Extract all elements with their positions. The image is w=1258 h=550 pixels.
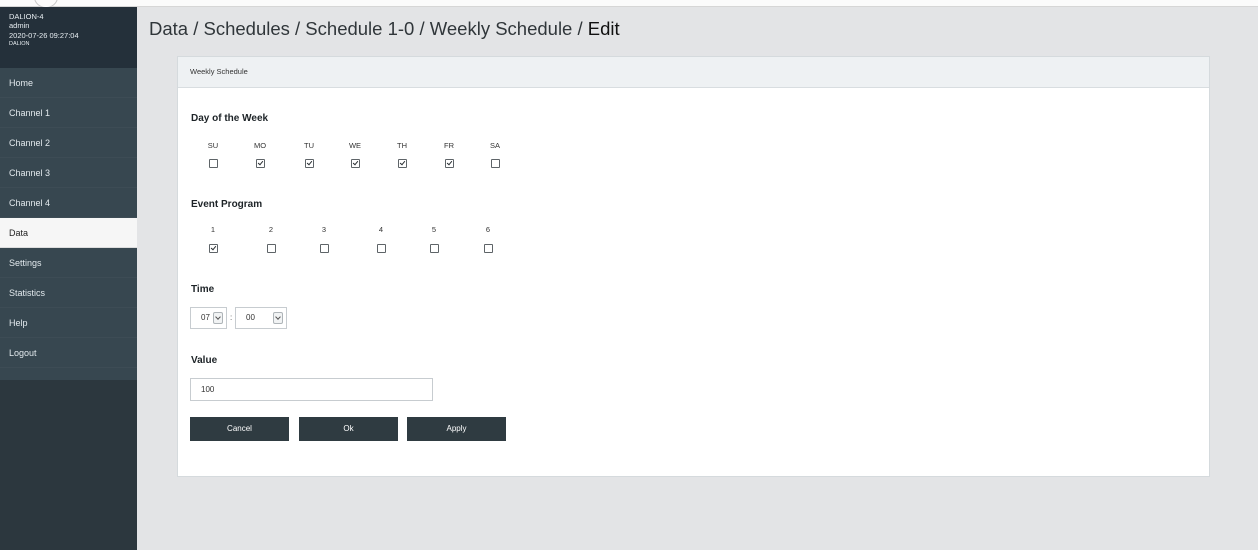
day-checkbox-tu[interactable] [305,159,314,168]
device-brand: DALION [9,41,30,48]
breadcrumb: Data / Schedules / Schedule 1-0 / Weekly… [149,18,620,40]
day-checkbox-su[interactable] [209,159,218,168]
day-checkbox-we[interactable] [351,159,360,168]
day-of-week-title: Day of the Week [191,113,269,124]
time-title: Time [191,284,215,295]
day-label-tu: TU [304,141,314,150]
program-checkbox-2[interactable] [267,244,276,253]
device-info: DALION-4 admin 2020-07-26 09:27:04 DALIO… [0,7,137,68]
cancel-button[interactable]: Cancel [190,417,289,441]
ok-button[interactable]: Ok [299,417,398,441]
device-user: admin [9,21,30,31]
day-label-fr: FR [444,141,454,150]
sidebar-item-settings[interactable]: Settings [0,248,137,278]
day-checkbox-sa[interactable] [491,159,500,168]
value-input[interactable] [190,378,433,401]
program-label-6: 6 [485,225,491,234]
event-program-title: Event Program [191,199,263,210]
time-separator: : [230,313,233,322]
panel-title: Weekly Schedule [178,57,1209,88]
program-checkbox-4[interactable] [377,244,386,253]
day-checkbox-fr[interactable] [445,159,454,168]
sidebar-item-statistics[interactable]: Statistics [0,278,137,308]
device-datetime: 2020-07-26 09:27:04 [9,30,79,40]
apply-button[interactable]: Apply [407,417,506,441]
program-label-1: 1 [210,225,216,234]
minute-select[interactable]: 00 [235,307,287,329]
breadcrumb-path: Data / Schedules / Schedule 1-0 / Weekly… [149,18,588,39]
program-label-5: 5 [431,225,437,234]
hour-value: 07 [201,313,210,322]
day-label-su: SU [207,141,219,150]
day-checkbox-th[interactable] [398,159,407,168]
sidebar: DALION-4 admin 2020-07-26 09:27:04 DALIO… [0,7,137,550]
program-label-3: 3 [321,225,327,234]
day-label-th: TH [397,141,407,150]
day-label-sa: SA [489,141,500,150]
sidebar-nav-end [0,368,137,380]
hour-select[interactable]: 07 [190,307,227,329]
hour-chevron-down-icon[interactable] [213,312,223,324]
program-checkbox-6[interactable] [484,244,493,253]
day-label-mo: MO [253,141,267,150]
sidebar-item-help[interactable]: Help [0,308,137,338]
sidebar-item-channel-2[interactable]: Channel 2 [0,128,137,158]
value-title: Value [191,355,218,366]
program-checkbox-5[interactable] [430,244,439,253]
sidebar-item-data[interactable]: Data [0,218,137,248]
device-name: DALION-4 [9,12,44,21]
sidebar-item-channel-4[interactable]: Channel 4 [0,188,137,218]
day-checkbox-mo[interactable] [256,159,265,168]
program-checkbox-3[interactable] [320,244,329,253]
program-label-4: 4 [378,225,384,234]
sidebar-item-home[interactable]: Home [0,68,137,98]
breadcrumb-current: Edit [587,18,620,39]
window-top-strip [0,0,1258,7]
program-checkbox-1[interactable] [209,244,218,253]
sidebar-item-channel-3[interactable]: Channel 3 [0,158,137,188]
weekly-schedule-panel: Weekly Schedule Day of the Week SU MO TU… [177,56,1210,477]
minute-chevron-down-icon[interactable] [273,312,283,324]
day-label-we: WE [348,141,362,150]
program-label-2: 2 [268,225,274,234]
minute-value: 00 [246,313,255,322]
sidebar-item-channel-1[interactable]: Channel 1 [0,98,137,128]
sidebar-item-logout[interactable]: Logout [0,338,137,368]
sidebar-nav: Home Channel 1 Channel 2 Channel 3 Chann… [0,68,137,380]
